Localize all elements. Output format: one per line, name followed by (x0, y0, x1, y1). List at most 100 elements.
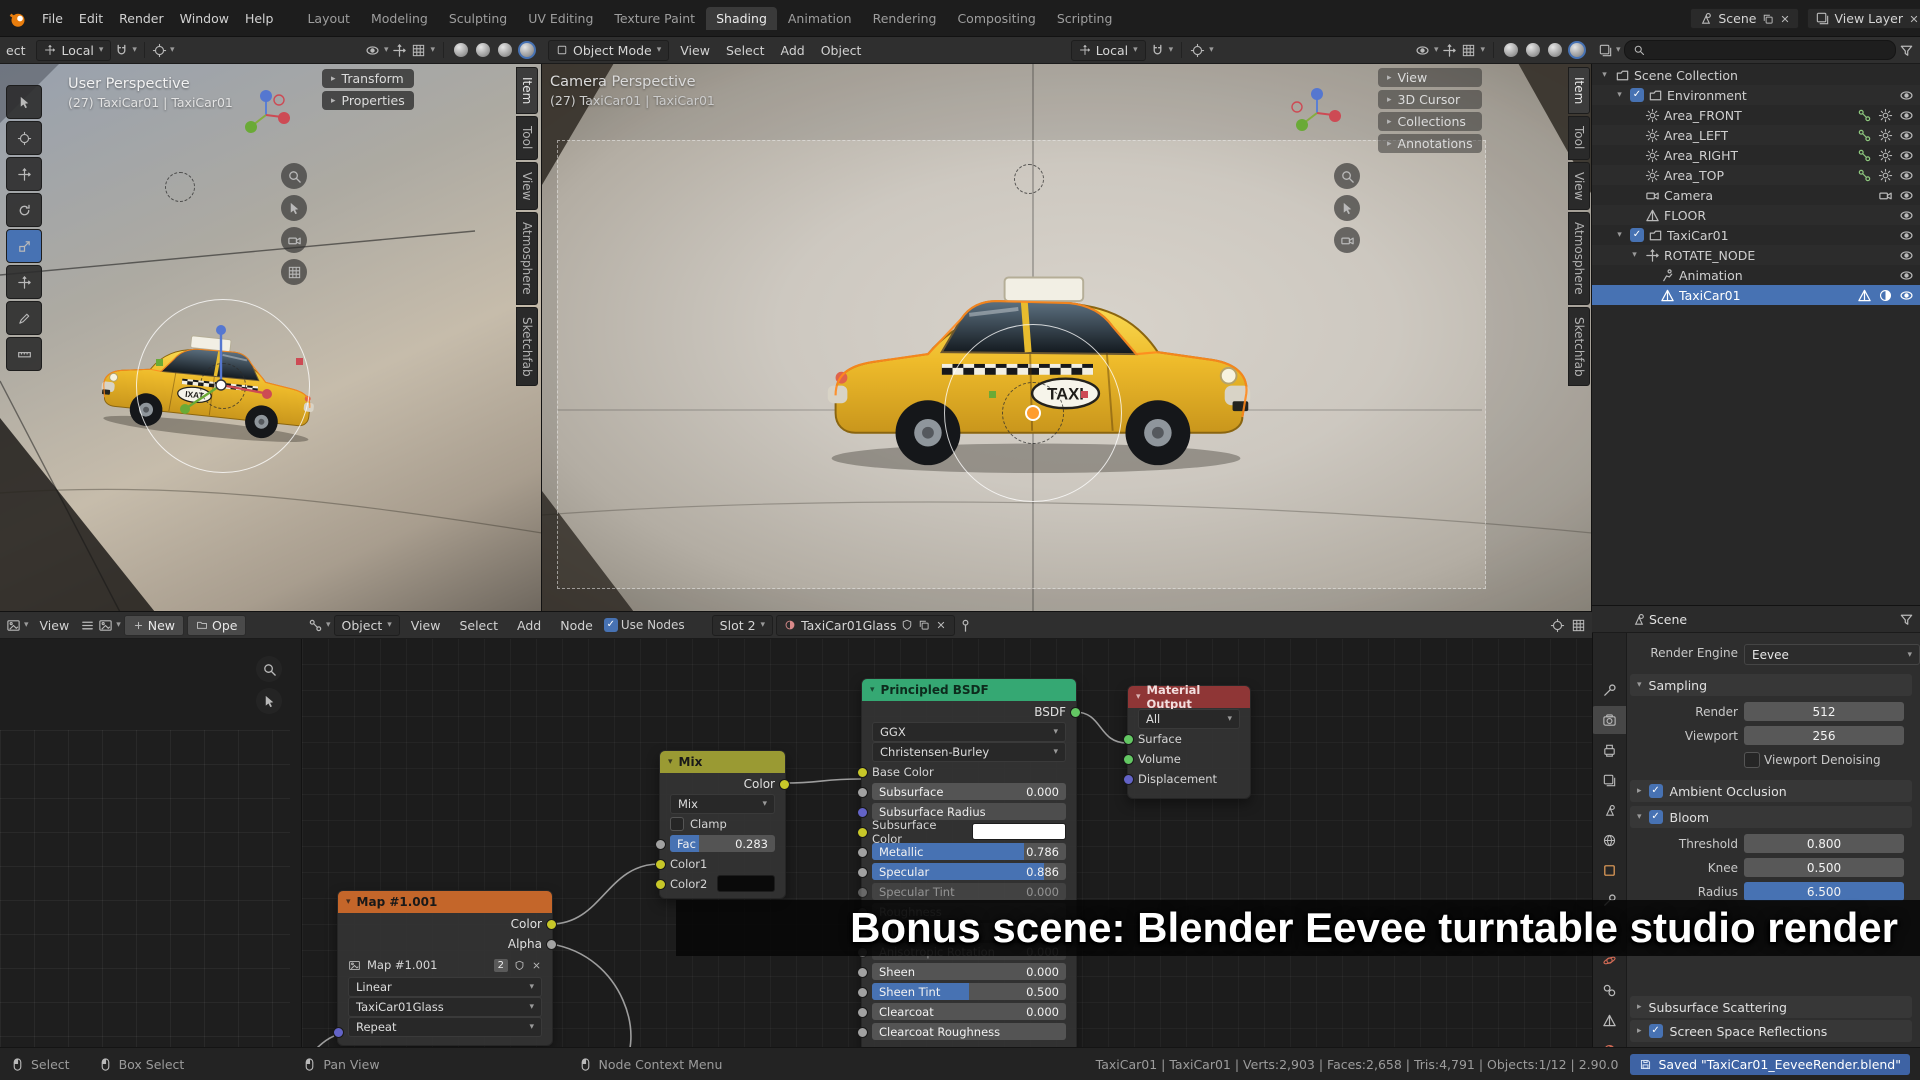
color-swatch[interactable] (717, 875, 775, 892)
filter-icon[interactable] (1899, 43, 1914, 58)
fac-slider[interactable]: Fac 0.283 (670, 835, 775, 852)
outliner-row-rotate-node[interactable]: ▾ ROTATE_NODE (1592, 245, 1920, 265)
node-material-output[interactable]: ▾ Material Output All ▾ Surface Volume Dis… (1123, 683, 1251, 799)
section-bloom[interactable]: ▾ ✓ Bloom (1630, 806, 1912, 828)
tool-scale[interactable] (6, 229, 42, 263)
camera-view-button[interactable] (281, 227, 307, 253)
bloom-checkbox[interactable]: ✓ (1648, 810, 1663, 824)
output-bsdf[interactable]: BSDF (872, 702, 1081, 721)
filter-icon[interactable] (1899, 612, 1914, 627)
pin-icon[interactable] (958, 618, 973, 633)
editor-type-icon[interactable] (308, 618, 323, 633)
menu-view[interactable]: View (32, 616, 78, 635)
image-grid[interactable] (0, 730, 290, 1047)
principled-input-specular[interactable]: Specular 0.886 (857, 862, 1066, 881)
disclosure-caret[interactable]: ▾ (1628, 250, 1641, 260)
properties-tab-constraints[interactable] (1592, 976, 1626, 1004)
sidebar-tab-view[interactable]: View (516, 161, 538, 211)
clamp-checkbox-row[interactable]: ✓ Clamp (670, 814, 775, 833)
tool-transform[interactable] (6, 265, 42, 299)
render-engine-dropdown[interactable]: Eevee ▾ (1744, 644, 1920, 665)
mode-dropdown[interactable]: Object Mode ▾ (548, 39, 670, 61)
outliner-row-taxicar01[interactable]: ▾ ✓ TaxiCar01 (1592, 225, 1920, 245)
tool-move[interactable] (6, 157, 42, 191)
tool-annotate[interactable] (6, 301, 42, 335)
menu-select[interactable]: Select (451, 616, 506, 635)
panel-properties[interactable]: ▸ Properties (322, 91, 414, 110)
overlay-grid-icon[interactable] (1571, 618, 1586, 633)
output-color[interactable]: Color (348, 914, 557, 933)
transform-orientation-dropdown[interactable]: Local ▾ (36, 39, 112, 61)
shading-rendered[interactable] (518, 41, 536, 59)
sidebar-tab-sketchfab[interactable]: Sketchfab (516, 306, 538, 387)
principled-input-subsurface-color[interactable]: Subsurface Color (857, 818, 1066, 846)
disclosure-caret[interactable]: ▾ (1598, 70, 1611, 80)
pan-hand-button[interactable] (281, 195, 307, 221)
principled-input-metallic[interactable]: Metallic 0.786 (857, 842, 1066, 861)
copy-icon[interactable] (1762, 13, 1774, 25)
panel-collections[interactable]: ▸ Collections (1378, 112, 1482, 131)
sidebar-tab-tool[interactable]: Tool (516, 116, 538, 160)
workspace-tab-shading[interactable]: Shading (706, 7, 777, 30)
camera-view-button[interactable] (1334, 227, 1360, 253)
properties-tab-view-layer[interactable] (1592, 766, 1626, 794)
ao-checkbox[interactable]: ✓ (1648, 784, 1663, 798)
shading-material[interactable] (1546, 41, 1564, 59)
sidebar-tab-tool[interactable]: Tool (1568, 116, 1590, 160)
gizmo-handle-x[interactable] (1081, 391, 1088, 398)
pan-hand-button[interactable] (256, 688, 282, 714)
sidebar-tab-atmosphere[interactable]: Atmosphere (1568, 212, 1590, 305)
value-slider[interactable]: Subsurface 0.000 (872, 783, 1066, 800)
overlays-toggle-icon[interactable] (1461, 43, 1476, 58)
workspace-tab-compositing[interactable]: Compositing (947, 7, 1045, 30)
ssr-checkbox[interactable]: ✓ (1648, 1024, 1663, 1038)
overlays-toggle-icon[interactable] (411, 43, 426, 58)
bloom-radius-field[interactable]: 6.500 (1744, 882, 1904, 901)
gizmo-handle-y[interactable] (989, 391, 996, 398)
unlink-icon[interactable] (531, 960, 542, 971)
transform-orientation-dropdown[interactable]: Local ▾ (1070, 39, 1146, 61)
viewport-menu-add[interactable]: Add (773, 41, 813, 60)
properties-tab-tool[interactable] (1592, 676, 1626, 704)
material-selector[interactable]: TaxiCar01Glass (776, 614, 956, 636)
image-browse-icon[interactable] (98, 618, 113, 633)
value-slider[interactable]: Specular 0.886 (872, 863, 1066, 880)
properties-tab-output[interactable] (1592, 736, 1626, 764)
panel-3d-cursor[interactable]: ▸ 3D Cursor (1378, 90, 1482, 109)
visibility-eye-icon[interactable] (1899, 268, 1914, 283)
color1-input[interactable]: Color1 (655, 854, 775, 873)
menu-render[interactable]: Render (111, 9, 172, 28)
section-ambient-occlusion[interactable]: ▸ ✓ Ambient Occlusion (1630, 780, 1912, 802)
clamp-checkbox[interactable]: ✓ (670, 816, 684, 831)
fake-user-shield-icon[interactable] (514, 960, 525, 971)
outliner-row-animation[interactable]: Animation (1592, 265, 1920, 285)
value-slider[interactable]: Metallic 0.786 (872, 843, 1066, 860)
color2-input[interactable]: Color2 (655, 874, 775, 893)
visibility-eye-icon[interactable] (1899, 148, 1914, 163)
projection-dropdown[interactable]: TaxiCar01Glass ▾ (348, 996, 542, 1017)
section-sampling[interactable]: ▾ Sampling (1630, 674, 1912, 696)
viewport-samples-field[interactable]: 256 (1744, 726, 1904, 745)
outliner-row-floor[interactable]: FLOOR (1592, 205, 1920, 225)
open-image-button[interactable]: Ope (187, 614, 247, 636)
viewport-menu-view[interactable]: View (672, 41, 718, 60)
outliner-row-taxicar01[interactable]: TaxiCar01 (1592, 285, 1920, 305)
outliner-row-area-top[interactable]: Area_TOP (1592, 165, 1920, 185)
workspace-tab-layout[interactable]: Layout (297, 7, 360, 30)
menu-help[interactable]: Help (237, 9, 282, 28)
outliner-row-environment[interactable]: ▾ ✓ Environment (1592, 85, 1920, 105)
new-image-button[interactable]: New (123, 614, 184, 636)
workspace-tab-texture-paint[interactable]: Texture Paint (604, 7, 705, 30)
copy-icon[interactable] (918, 619, 930, 631)
visibility-eye-icon[interactable] (1899, 288, 1914, 303)
workspace-tab-sculpting[interactable]: Sculpting (439, 7, 517, 30)
panel-view[interactable]: ▸ View (1378, 68, 1482, 87)
perspective-toggle-button[interactable] (281, 259, 307, 285)
search-input[interactable] (1649, 42, 1887, 58)
workspace-tab-modeling[interactable]: Modeling (361, 7, 438, 30)
shading-material[interactable] (496, 41, 514, 59)
visibility-eye-icon[interactable] (1899, 248, 1914, 263)
interpolation-dropdown[interactable]: Linear ▾ (348, 976, 542, 997)
target-dropdown[interactable]: All ▾ (1138, 708, 1240, 729)
bloom-knee-field[interactable]: 0.500 (1744, 858, 1904, 877)
